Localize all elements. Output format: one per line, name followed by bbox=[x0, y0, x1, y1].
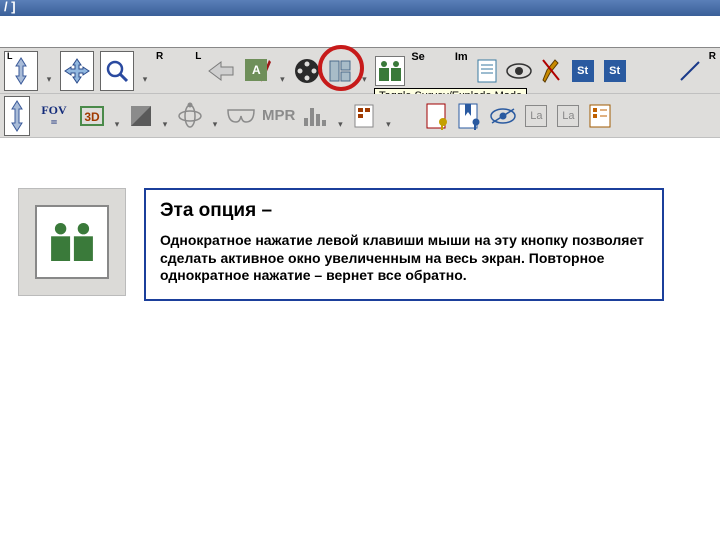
two-figures-large-icon bbox=[51, 221, 93, 263]
featured-icon-inner bbox=[35, 205, 109, 279]
layout-dropdown[interactable] bbox=[359, 53, 369, 89]
vertical-resize-button[interactable] bbox=[4, 96, 30, 136]
layout-next-button[interactable]: La bbox=[555, 98, 581, 134]
rotate-dropdown[interactable] bbox=[210, 98, 220, 134]
eye-slash-icon bbox=[489, 107, 517, 125]
featured-icon-frame bbox=[18, 188, 126, 296]
study-prev-button[interactable]: St bbox=[570, 53, 596, 89]
orbit-icon bbox=[176, 102, 204, 130]
3d-dropdown[interactable] bbox=[112, 98, 122, 134]
bookmark-key-icon bbox=[457, 102, 483, 130]
film-reel-icon bbox=[293, 57, 321, 85]
toolbar-row-2: FOV= 3D MPR La La bbox=[0, 94, 720, 138]
hide-button[interactable] bbox=[489, 98, 517, 134]
orientation-arrows-button[interactable]: L bbox=[4, 51, 38, 91]
description-body: Однократное нажатие левой клавиши мыши н… bbox=[160, 232, 648, 285]
diagonal-line-icon bbox=[677, 58, 703, 84]
annotation-button[interactable]: A bbox=[241, 53, 271, 89]
layout-prev-button[interactable]: La bbox=[523, 98, 549, 134]
eye-icon bbox=[506, 63, 532, 79]
zoom-dropdown[interactable] bbox=[140, 53, 150, 89]
wl-dropdown[interactable] bbox=[160, 98, 170, 134]
view-button[interactable] bbox=[506, 53, 532, 89]
st-label-1: St bbox=[572, 60, 594, 82]
preset-icon bbox=[353, 103, 375, 129]
fov-label: FOV= bbox=[36, 104, 72, 128]
mpr-button[interactable]: MPR bbox=[262, 98, 295, 134]
region-button[interactable] bbox=[226, 98, 256, 134]
edit-button[interactable] bbox=[538, 53, 564, 89]
layout-grid-icon bbox=[328, 59, 352, 83]
window-titlebar: / ] bbox=[0, 0, 720, 16]
la-label-2: La bbox=[557, 105, 579, 127]
annotation-dropdown[interactable] bbox=[277, 53, 287, 89]
preset-list-button[interactable] bbox=[351, 98, 377, 134]
key-images-button[interactable] bbox=[425, 98, 451, 134]
magnifier-icon bbox=[105, 59, 129, 83]
description-title: Эта опция – bbox=[160, 200, 648, 222]
mpr-label: MPR bbox=[262, 107, 295, 124]
toolbar-row-1: L R L A Se Im bbox=[0, 48, 720, 94]
cine-button[interactable] bbox=[293, 53, 321, 89]
study-next-button[interactable]: St bbox=[602, 53, 628, 89]
histogram-dropdown[interactable] bbox=[335, 98, 345, 134]
bookmark-button[interactable] bbox=[457, 98, 483, 134]
settings-button[interactable] bbox=[587, 98, 613, 134]
orientation-dropdown[interactable] bbox=[44, 53, 54, 89]
survey-explode-button[interactable] bbox=[375, 56, 405, 86]
label-R-2: R bbox=[709, 51, 716, 62]
label-Im: Im bbox=[455, 51, 468, 63]
histogram-icon bbox=[301, 104, 329, 128]
description-box: Эта опция – Однократное нажатие левой кл… bbox=[144, 188, 664, 301]
description-section: Эта опция – Однократное нажатие левой кл… bbox=[0, 188, 720, 301]
notes-button[interactable] bbox=[474, 53, 500, 89]
window-level-button[interactable] bbox=[128, 98, 154, 134]
label-R-1: R bbox=[156, 51, 163, 62]
st-label-2: St bbox=[604, 60, 626, 82]
key-document-icon bbox=[425, 102, 451, 130]
preset-dropdown[interactable] bbox=[383, 98, 393, 134]
zoom-button[interactable] bbox=[100, 51, 134, 91]
contrast-icon bbox=[129, 104, 153, 128]
pan-button[interactable] bbox=[60, 51, 94, 91]
pan-cross-arrows-icon bbox=[63, 57, 91, 85]
layout-button[interactable] bbox=[327, 53, 353, 89]
measure-line-button[interactable] bbox=[677, 53, 703, 89]
pencil-cross-icon bbox=[541, 58, 561, 84]
prev-button[interactable] bbox=[207, 53, 235, 89]
3d-button[interactable]: 3D bbox=[78, 98, 106, 134]
two-figures-icon bbox=[379, 60, 401, 82]
vertical-arrows-icon bbox=[8, 99, 26, 133]
label-L-2: L bbox=[195, 51, 201, 62]
slider-panel-icon bbox=[588, 103, 612, 129]
left-arrow-icon bbox=[207, 60, 235, 82]
rotate-3d-button[interactable] bbox=[176, 98, 204, 134]
notepad-icon bbox=[476, 58, 498, 84]
histogram-button[interactable] bbox=[301, 98, 329, 134]
goggles-icon bbox=[226, 106, 256, 126]
label-L: L bbox=[7, 51, 13, 61]
canvas-spacer bbox=[0, 16, 720, 48]
label-A: A bbox=[252, 63, 261, 77]
3d-badge: 3D bbox=[80, 106, 104, 126]
la-label-1: La bbox=[525, 105, 547, 127]
fov-button[interactable]: FOV= bbox=[36, 98, 72, 134]
label-Se: Se bbox=[411, 51, 424, 63]
